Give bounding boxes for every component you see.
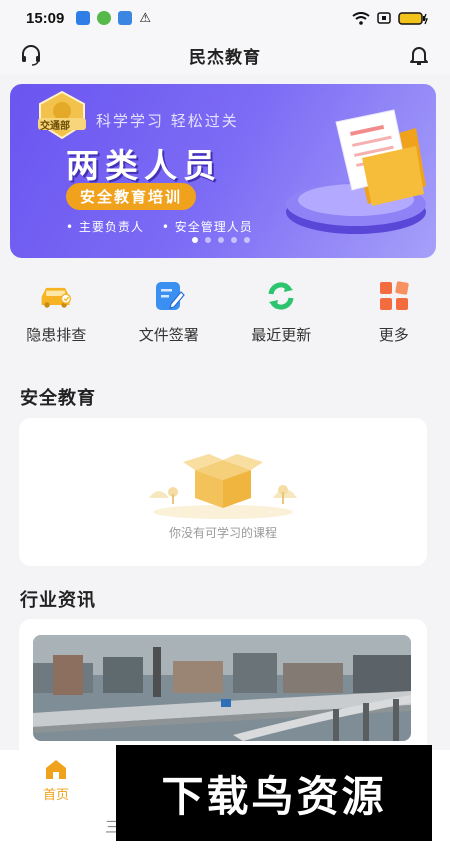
quick-action-label: 更多 <box>378 326 409 344</box>
headset-icon <box>22 45 40 66</box>
wifi-icon <box>352 11 370 25</box>
banner-item: • 安全管理人员 <box>161 220 253 234</box>
bell-icon <box>410 47 428 65</box>
banner-badge-text: 交通部 <box>40 121 70 132</box>
watermark: 下载鸟资源 <box>116 745 432 841</box>
battery-icon <box>398 11 428 25</box>
app-header: 民杰教育 <box>0 36 450 74</box>
news-card[interactable] <box>19 619 427 759</box>
quick-actions: 隐患排查 文件签署 最近更新 更多 <box>0 280 450 350</box>
nav-home[interactable]: 首页 <box>24 758 88 803</box>
safety-course-card: 你没有可学习的课程 <box>19 418 427 566</box>
section-title-news: 行业资讯 <box>20 590 96 611</box>
car-inspection-icon <box>41 287 72 308</box>
home-icon <box>46 760 66 779</box>
quick-action-document-sign[interactable]: 文件签署 <box>113 280 226 350</box>
carousel-dot[interactable] <box>244 237 250 243</box>
banner-item: • 主要负责人 <box>66 220 144 234</box>
empty-state-text: 你没有可学习的课程 <box>168 526 277 540</box>
quick-action-label: 文件签署 <box>138 326 199 344</box>
section-title-safety: 安全教育 <box>20 388 96 409</box>
nav-home-label: 首页 <box>42 788 69 803</box>
carousel-dot[interactable] <box>231 237 237 243</box>
empty-box-illustration <box>149 454 297 519</box>
carousel-indicator[interactable] <box>192 237 250 243</box>
quick-action-hazard-check[interactable]: 隐患排查 <box>0 280 113 350</box>
app-notification-icon <box>97 11 112 25</box>
support-button[interactable] <box>18 42 44 68</box>
badge-icon <box>38 90 86 140</box>
banner-items: • 主要负责人 • 安全管理人员 <box>66 218 253 235</box>
quick-action-label: 最近更新 <box>251 326 312 344</box>
promo-banner[interactable]: 交通部 科学学习 轻松过关 两类人员 安全教育培训 • 主要负责人 • 安全管理… <box>10 84 436 258</box>
banner-pill: 安全教育培训 <box>66 183 197 210</box>
app-notification-icon <box>118 11 133 25</box>
banner-title: 两类人员 <box>66 146 222 185</box>
carousel-dot[interactable] <box>192 237 198 243</box>
app-notification-icon <box>76 11 91 25</box>
quick-action-label: 隐患排查 <box>26 326 87 344</box>
quick-action-more[interactable]: 更多 <box>338 280 450 350</box>
warning-icon: ⚠ <box>139 10 152 26</box>
notification-button[interactable] <box>406 42 432 68</box>
banner-subtitle: 科学学习 轻松过关 <box>96 112 239 130</box>
documents-illustration <box>286 109 426 234</box>
status-time: 15:09 <box>26 9 65 27</box>
watermark-text: 下载鸟资源 <box>161 771 387 821</box>
grid-more-icon <box>379 281 409 310</box>
quick-action-recent-updates[interactable]: 最近更新 <box>225 280 338 350</box>
news-image[interactable] <box>33 635 411 741</box>
carousel-dot[interactable] <box>218 237 224 243</box>
status-bar: 15:09 ⚠ <box>0 0 450 36</box>
document-sign-icon <box>155 282 185 310</box>
carousel-dot[interactable] <box>205 237 211 243</box>
page-title: 民杰教育 <box>189 47 261 68</box>
sim-icon <box>377 12 391 24</box>
refresh-icon <box>268 282 294 310</box>
